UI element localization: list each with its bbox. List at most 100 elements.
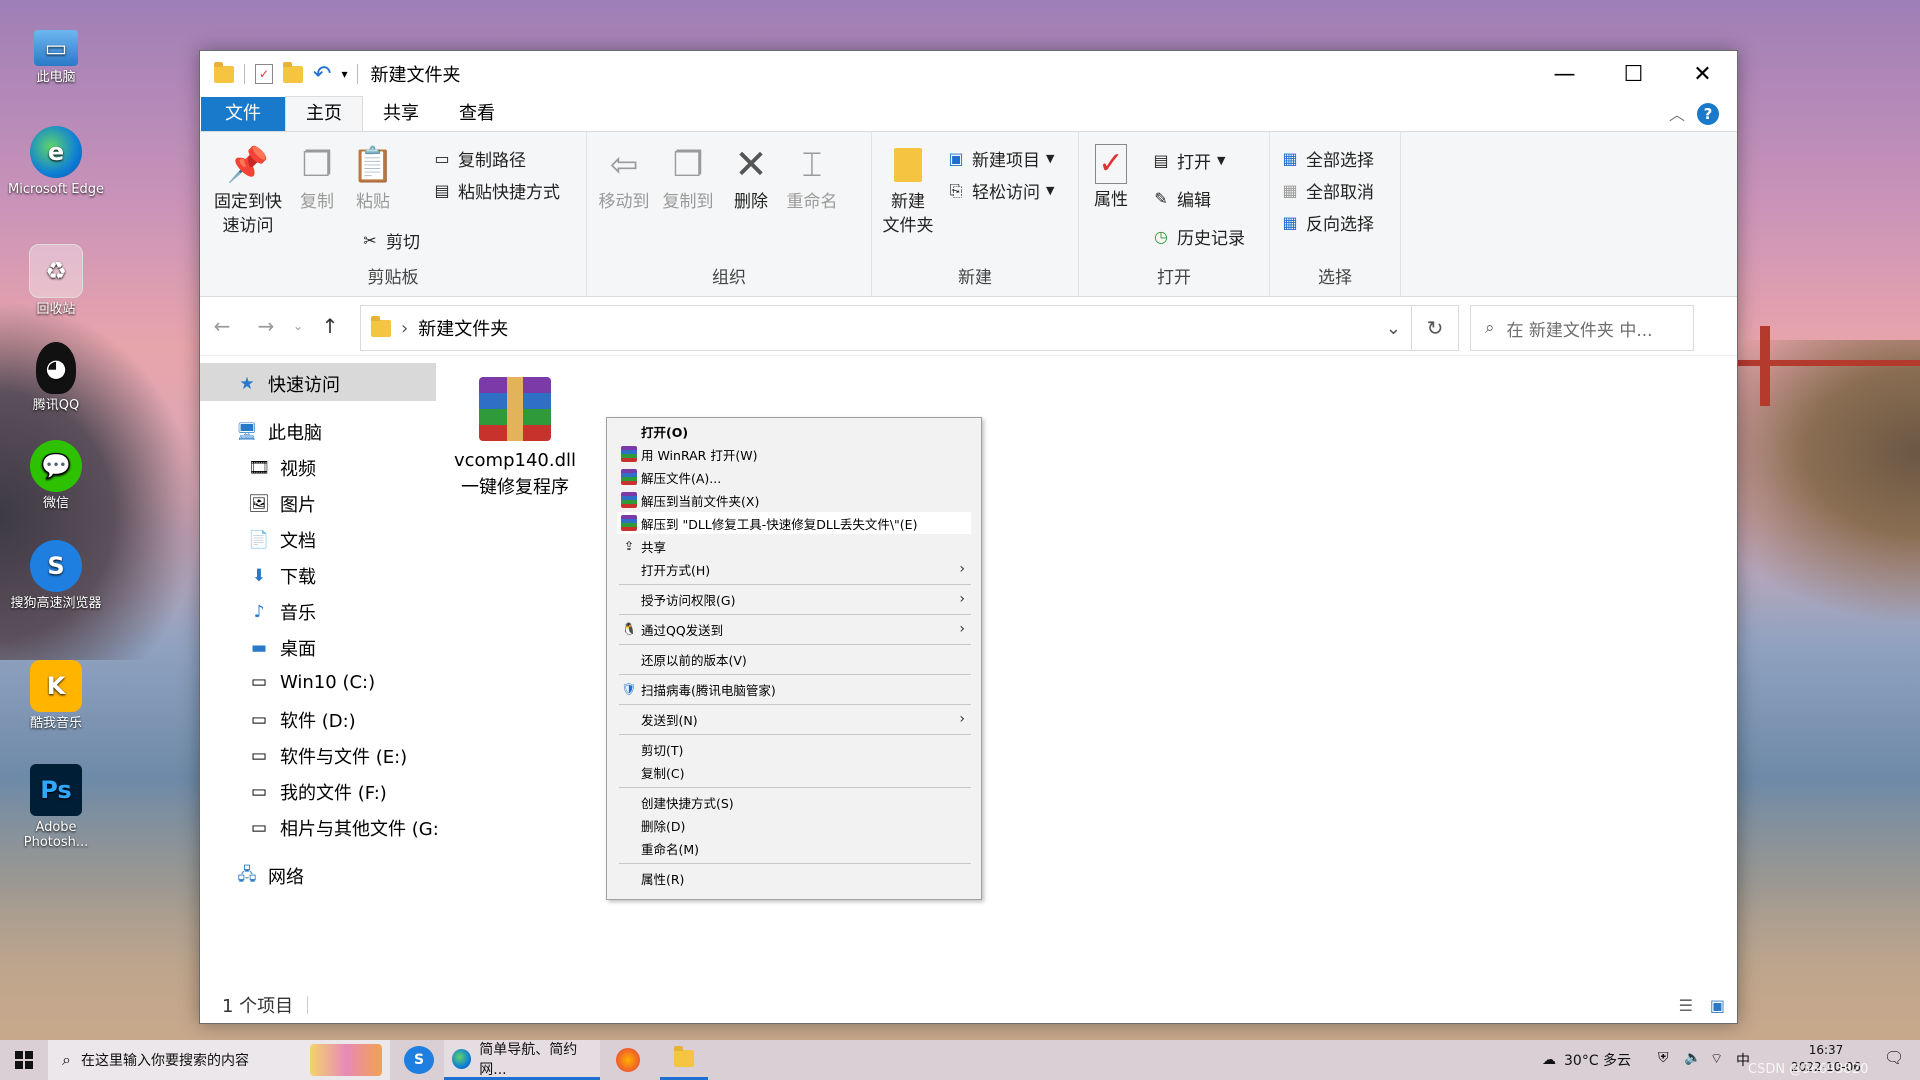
delete-button[interactable]: ✕ 删除: [725, 144, 777, 214]
group-label: 新建: [958, 268, 992, 288]
new-folder-button[interactable]: 新建 文件夹: [878, 144, 938, 238]
menu-label: 扫描病毒(腾讯电脑管家): [641, 682, 776, 698]
cut-button[interactable]: ✂ 剪切: [360, 228, 420, 253]
menu-item-copy[interactable]: 复制(C): [617, 761, 971, 783]
desktop-icon-sogou-browser[interactable]: S 搜狗高速浏览器: [8, 540, 104, 611]
nav-item-drive-f[interactable]: ▭ 我的文件 (F:): [248, 779, 387, 805]
volume-icon[interactable]: 🔈: [1684, 1050, 1701, 1066]
weather-widget[interactable]: ☁ 30°C 多云: [1542, 1040, 1631, 1080]
breadcrumb[interactable]: 新建文件夹: [418, 315, 508, 341]
invert-selection-button[interactable]: ▦ 反向选择: [1280, 210, 1374, 235]
taskbar-sogou-browser[interactable]: S: [404, 1046, 434, 1074]
rename-button[interactable]: ⌶ 重命名: [781, 144, 843, 214]
invert-selection-icon: ▦: [1282, 213, 1298, 232]
copy-to-button[interactable]: ❐ 复制到: [657, 144, 719, 214]
menu-item-extract-files[interactable]: 解压文件(A)...: [617, 466, 971, 488]
nav-item-drive-d[interactable]: ▭ 软件 (D:): [248, 707, 356, 733]
taskbar-edge-task[interactable]: 简单导航、简约网...: [444, 1040, 600, 1080]
recent-locations-button[interactable]: ⌄: [288, 319, 308, 333]
move-to-button[interactable]: ⇦ 移动到: [593, 144, 655, 214]
minimize-button[interactable]: —: [1530, 51, 1599, 97]
select-none-button[interactable]: ▦ 全部取消: [1280, 178, 1374, 203]
nav-item-downloads[interactable]: ⬇ 下载: [248, 563, 316, 589]
desktop-icon-recycle-bin[interactable]: ♻ 回收站: [8, 244, 104, 317]
menu-item-send-qq[interactable]: 🐧 通过QQ发送到 ›: [617, 618, 971, 640]
customize-qat-icon[interactable]: ▾: [341, 67, 347, 81]
up-button[interactable]: ↑: [308, 314, 352, 338]
open-button[interactable]: ▤ 打开 ▼: [1151, 148, 1225, 173]
pin-quick-access-button[interactable]: 📌 固定到快 速访问: [208, 144, 288, 238]
desktop-icon-photoshop[interactable]: Ps Adobe Photosh...: [8, 764, 104, 850]
search-input[interactable]: ⌕ 在 新建文件夹 中...: [1470, 305, 1694, 351]
menu-item-scan-virus[interactable]: 🛡 扫描病毒(腾讯电脑管家): [617, 678, 971, 700]
menu-item-restore-versions[interactable]: 还原以前的版本(V): [617, 648, 971, 670]
properties-qat-icon[interactable]: ✓: [255, 64, 273, 84]
chevron-down-icon[interactable]: ⌄: [1386, 318, 1401, 339]
security-tray-icon[interactable]: ⛨: [1658, 1050, 1669, 1066]
menu-item-open-winrar[interactable]: 用 WinRAR 打开(W): [617, 443, 971, 465]
undo-icon[interactable]: ↶: [313, 62, 331, 87]
easy-access-button[interactable]: ⎘ 轻松访问 ▼: [946, 178, 1055, 204]
select-all-button[interactable]: ▦ 全部选择: [1280, 146, 1374, 171]
menu-item-open-with[interactable]: 打开方式(H) ›: [617, 558, 971, 580]
address-bar[interactable]: › 新建文件夹 ⌄: [360, 305, 1412, 351]
menu-item-grant-access[interactable]: 授予访问权限(G) ›: [617, 588, 971, 610]
paste-button[interactable]: 📋 粘贴: [348, 144, 398, 214]
nav-quick-access[interactable]: ★ 快速访问: [236, 371, 340, 397]
menu-item-extract-to[interactable]: 解压到 "DLL修复工具-快速修复DLL丢失文件\"(E): [617, 512, 971, 534]
refresh-button[interactable]: ↻: [1412, 305, 1459, 351]
new-item-button[interactable]: ▣ 新建项目 ▼: [946, 146, 1054, 171]
nav-item-drive-c[interactable]: ▭ Win10 (C:): [248, 671, 375, 693]
desktop-icon-edge[interactable]: e Microsoft Edge: [8, 126, 104, 197]
start-button[interactable]: [0, 1040, 48, 1080]
desktop-icon-qq[interactable]: ◕ 腾讯QQ: [8, 342, 104, 413]
close-button[interactable]: ✕: [1668, 51, 1737, 97]
nav-item-videos[interactable]: 🎞 视频: [248, 455, 316, 481]
details-view-icon[interactable]: ☰: [1679, 996, 1693, 1015]
taskbar-search[interactable]: ⌕ 在这里输入你要搜索的内容: [48, 1040, 390, 1080]
menu-item-properties[interactable]: 属性(R): [617, 867, 971, 889]
tab-view[interactable]: 查看: [439, 97, 515, 131]
new-folder-qat-icon[interactable]: [283, 61, 303, 83]
menu-item-open[interactable]: 打开(O): [617, 420, 971, 442]
large-icons-view-icon[interactable]: ▣: [1710, 996, 1725, 1015]
copy-button[interactable]: ❐ 复制: [292, 144, 342, 214]
file-item[interactable]: vcomp140.dll 一键修复程序: [450, 377, 580, 501]
desktop-icon-kuwo[interactable]: K 酷我音乐: [8, 660, 104, 731]
edit-button[interactable]: ✎ 编辑: [1151, 186, 1211, 211]
desktop-icon-wechat[interactable]: 💬 微信: [8, 440, 104, 511]
copy-path-button[interactable]: ▭ 复制路径: [432, 146, 526, 171]
tab-file[interactable]: 文件: [201, 97, 285, 131]
notification-icon[interactable]: 🗨: [1884, 1048, 1904, 1067]
tab-share[interactable]: 共享: [363, 97, 439, 131]
folder-icon: [371, 315, 391, 337]
network-tray-icon[interactable]: ⌔: [1710, 1050, 1723, 1068]
taskbar-file-explorer[interactable]: [660, 1040, 708, 1080]
menu-item-extract-here[interactable]: 解压到当前文件夹(X): [617, 489, 971, 511]
menu-item-create-shortcut[interactable]: 创建快捷方式(S): [617, 791, 971, 813]
forward-button[interactable]: →: [244, 314, 288, 338]
help-icon[interactable]: ?: [1697, 103, 1719, 125]
nav-this-pc[interactable]: 🖥 此电脑: [236, 419, 322, 445]
paste-shortcut-button[interactable]: ▤ 粘贴快捷方式: [432, 178, 560, 203]
collapse-ribbon-icon[interactable]: ︿: [1669, 101, 1685, 125]
history-button[interactable]: ◷ 历史记录: [1151, 224, 1245, 249]
back-button[interactable]: ←: [200, 314, 244, 338]
nav-item-drive-g[interactable]: ▭ 相片与其他文件 (G:: [248, 815, 439, 841]
nav-item-documents[interactable]: 📄 文档: [248, 527, 316, 553]
menu-item-cut[interactable]: 剪切(T): [617, 738, 971, 760]
nav-item-drive-e[interactable]: ▭ 软件与文件 (E:): [248, 743, 407, 769]
menu-item-send-to[interactable]: 发送到(N) ›: [617, 708, 971, 730]
menu-item-delete[interactable]: 删除(D): [617, 814, 971, 836]
properties-button[interactable]: ✓ 属性: [1087, 144, 1135, 212]
taskbar-firefox[interactable]: [616, 1048, 640, 1072]
menu-item-share[interactable]: ⇪ 共享: [617, 535, 971, 557]
nav-network[interactable]: 🖧 网络: [236, 863, 304, 889]
nav-item-pictures[interactable]: 🖼 图片: [248, 491, 316, 517]
desktop-icon-this-pc[interactable]: ▭ 此电脑: [8, 30, 104, 85]
nav-item-music[interactable]: ♪ 音乐: [248, 599, 316, 625]
menu-item-rename[interactable]: 重命名(M): [617, 837, 971, 859]
nav-item-desktop[interactable]: ▬ 桌面: [248, 635, 316, 661]
maximize-button[interactable]: ☐: [1599, 51, 1668, 97]
tab-home[interactable]: 主页: [285, 96, 363, 131]
